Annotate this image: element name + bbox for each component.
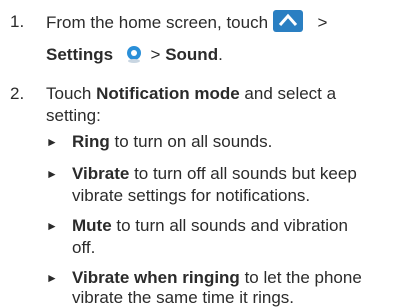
option-desc-cont: vibrate settings for notifications. bbox=[72, 186, 311, 205]
option-desc: to turn off all sounds but keep bbox=[134, 164, 357, 183]
option-term: Ring bbox=[72, 132, 110, 151]
step-1-text: From the home screen, touch bbox=[46, 13, 269, 32]
step-2-line-1: Touch Notification mode and select a bbox=[46, 84, 336, 104]
step-2-touch: Touch bbox=[46, 84, 92, 103]
sound-label: Sound bbox=[165, 45, 219, 64]
period: . bbox=[218, 45, 223, 64]
option-ring: Ring to turn on all sounds. bbox=[72, 132, 272, 152]
step-number: 1. bbox=[10, 12, 25, 31]
settings-label: Settings bbox=[46, 45, 114, 64]
option-desc: to turn all sounds and vibration bbox=[116, 216, 348, 235]
triangle-bullet-icon: ► bbox=[46, 271, 58, 285]
separator: > bbox=[150, 45, 161, 64]
step-2-text: and select a bbox=[244, 84, 337, 103]
instructions: 1. From the home screen, touch > Setting… bbox=[0, 0, 412, 307]
option-desc: to turn on all sounds. bbox=[114, 132, 273, 151]
notification-mode-label: Notification mode bbox=[96, 84, 240, 103]
separator: > bbox=[317, 13, 328, 32]
settings-gear-icon bbox=[124, 44, 144, 64]
triangle-bullet-icon: ► bbox=[46, 135, 58, 149]
triangle-bullet-icon: ► bbox=[46, 167, 58, 181]
option-desc-cont: vibrate the same time it rings. bbox=[72, 288, 295, 307]
option-desc-cont: off. bbox=[72, 238, 96, 257]
step-1-line-2: Settings > Sound. bbox=[46, 44, 223, 65]
option-term: Vibrate bbox=[72, 164, 130, 183]
option-vibrate-when-ringing: Vibrate when ringing to let the phone bbox=[72, 268, 362, 288]
step-number: 2. bbox=[10, 84, 25, 103]
triangle-bullet-icon: ► bbox=[46, 219, 58, 233]
option-term: Mute bbox=[72, 216, 112, 235]
option-vibrate: Vibrate to turn off all sounds but keep bbox=[72, 164, 357, 184]
option-mute: Mute to turn all sounds and vibration bbox=[72, 216, 348, 236]
apps-up-arrow-icon bbox=[272, 10, 303, 32]
step-1-line-1: From the home screen, touch > bbox=[46, 10, 327, 33]
option-term: Vibrate when ringing bbox=[72, 268, 240, 287]
step-2-line-2: setting: bbox=[46, 106, 101, 125]
option-desc: to let the phone bbox=[244, 268, 362, 287]
